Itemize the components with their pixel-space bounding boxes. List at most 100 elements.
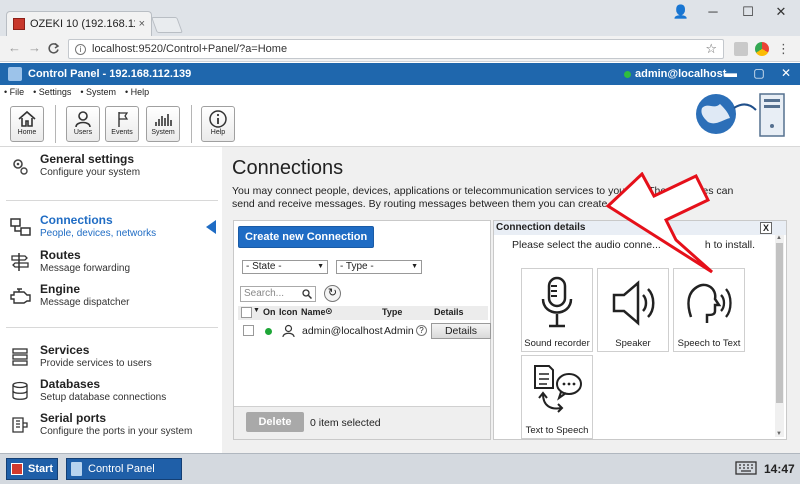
help-icon[interactable]: ?: [416, 325, 427, 336]
type-filter-select[interactable]: - Type - ▼: [336, 260, 422, 274]
tile-sound-recorder[interactable]: Sound recorder: [521, 268, 593, 352]
app-minimize-button[interactable]: ▬: [720, 66, 742, 80]
search-icon[interactable]: [302, 289, 312, 299]
details-header-title: Connection details: [496, 222, 586, 233]
row-checkbox[interactable]: [243, 325, 254, 336]
scroll-up-icon[interactable]: ▲: [776, 235, 782, 241]
menu-help[interactable]: • Help: [125, 87, 149, 97]
tile-label: Speaker: [615, 338, 651, 349]
keyboard-icon[interactable]: [735, 461, 757, 477]
toolbar-divider: [55, 105, 56, 143]
services-icon: [12, 348, 28, 366]
sidebar-item-title: General settings: [40, 152, 135, 166]
taskbar: Start Control Panel 14:47: [0, 453, 800, 484]
sidebar-item-services[interactable]: Services Provide services to users: [0, 343, 222, 377]
taskbar-control-panel[interactable]: Control Panel: [66, 458, 182, 480]
speaker-icon: [612, 280, 655, 326]
toolbar-events-button[interactable]: Events: [105, 106, 139, 142]
create-new-connection-button[interactable]: Create new Connection: [238, 226, 375, 248]
url-field[interactable]: i localhost:9520/Control+Panel/?a=Home ☆: [68, 39, 724, 59]
sidebar-item-routes[interactable]: Routes Message forwarding: [0, 248, 222, 282]
menu-settings[interactable]: • Settings: [33, 87, 71, 97]
details-header: Connection details X: [494, 221, 786, 235]
start-button[interactable]: Start: [6, 458, 58, 480]
sidebar-item-engine[interactable]: Engine Message dispatcher: [0, 282, 222, 316]
scroll-down-icon[interactable]: ▼: [776, 431, 782, 437]
scroll-thumb[interactable]: [776, 243, 783, 403]
tile-text-to-speech[interactable]: Text to Speech: [521, 355, 593, 439]
bar-graph-icon: [155, 114, 172, 126]
menu-system[interactable]: • System: [80, 87, 116, 97]
details-scrollbar[interactable]: ▲ ▼: [775, 235, 784, 437]
app-close-button[interactable]: ✕: [775, 66, 797, 80]
profile-icon[interactable]: 👤: [666, 4, 696, 20]
sidebar-item-subtitle: Setup database connections: [40, 392, 167, 403]
toolbar-users-button[interactable]: Users: [66, 106, 100, 142]
details-button[interactable]: Details: [431, 323, 491, 339]
url-text[interactable]: localhost:9520/Control+Panel/?a=Home: [92, 43, 705, 55]
tile-speech-to-text[interactable]: Speech to Text: [673, 268, 745, 352]
refresh-button[interactable]: ↻: [324, 285, 341, 302]
sidebar-item-subtitle: Provide services to users: [40, 358, 152, 369]
logged-in-user[interactable]: admin@localhost: [624, 68, 726, 80]
maximize-window-button[interactable]: ☐: [733, 4, 763, 20]
reload-icon[interactable]: [47, 42, 60, 55]
extension-chrome-icon[interactable]: [755, 42, 769, 56]
search-placeholder: Search...: [244, 288, 285, 299]
site-info-icon[interactable]: i: [75, 43, 86, 55]
app-title-bar: Control Panel - 192.168.112.139 admin@lo…: [0, 63, 800, 85]
toolbar-home-button[interactable]: Home: [10, 106, 44, 142]
toolbar-system-button[interactable]: System: [146, 106, 180, 142]
select-all-checkbox[interactable]: [241, 307, 252, 318]
sidebar-divider: [6, 327, 218, 328]
toolbar-home-label: Home: [17, 129, 37, 136]
sidebar-item-general-settings[interactable]: General settings Configure your system: [0, 152, 222, 186]
close-window-button[interactable]: ✕: [766, 4, 796, 20]
connection-name[interactable]: admin@localhost: [302, 325, 383, 337]
menu-file[interactable]: • File: [4, 87, 24, 97]
type-filter-value: - Type -: [340, 261, 374, 272]
ozeki-logo-icon: [8, 67, 22, 81]
tile-label: Text to Speech: [525, 425, 589, 436]
online-status-icon: [624, 70, 631, 78]
minimize-window-button[interactable]: ─: [698, 4, 728, 19]
sidebar-item-subtitle: Message dispatcher: [40, 297, 130, 308]
sidebar-divider: [6, 200, 218, 201]
sidebar: General settings Configure your system C…: [0, 147, 222, 453]
sidebar-item-serial-ports[interactable]: Serial ports Configure the ports in your…: [0, 411, 222, 445]
tile-speaker[interactable]: Speaker: [597, 268, 669, 352]
sidebar-item-title: Connections: [40, 213, 113, 227]
tab-close-icon[interactable]: ×: [139, 18, 145, 30]
flag-icon: [118, 112, 129, 127]
details-close-button[interactable]: X: [760, 222, 772, 234]
browser-tab[interactable]: OZEKI 10 (192.168.112.13 ×: [6, 11, 152, 36]
column-header-type: Type: [382, 307, 403, 317]
sidebar-item-title: Services: [40, 343, 90, 357]
delete-button[interactable]: Delete: [246, 412, 304, 432]
column-header-name[interactable]: Name: [301, 307, 326, 317]
app-maximize-button[interactable]: ▢: [748, 66, 770, 80]
chevron-down-icon[interactable]: ▼: [253, 307, 260, 314]
table-header: ▼ On Icon Name ⊙ Type Details: [238, 306, 488, 320]
main-content: Connections You may connect people, devi…: [222, 147, 800, 453]
toolbar-events-label: Events: [111, 129, 133, 136]
browser-menu-icon[interactable]: ⋮: [777, 41, 790, 56]
new-tab-button[interactable]: [151, 17, 183, 33]
toolbar-help-button[interactable]: Help: [201, 106, 235, 142]
forward-button[interactable]: →: [28, 40, 41, 55]
bookmark-star-icon[interactable]: ☆: [705, 41, 717, 57]
search-input[interactable]: Search...: [240, 286, 316, 302]
state-filter-select[interactable]: - State - ▼: [242, 260, 328, 274]
sidebar-item-title: Engine: [40, 282, 81, 296]
state-filter-value: - State -: [246, 261, 282, 272]
sidebar-item-connections[interactable]: Connections People, devices, networks: [0, 213, 222, 247]
sidebar-item-subtitle: Configure the ports in your system: [40, 426, 193, 437]
back-button[interactable]: ←: [8, 40, 21, 55]
extension-pdf-icon[interactable]: [734, 42, 748, 56]
sort-icon[interactable]: ⊙: [325, 306, 333, 317]
table-row[interactable]: admin@localhost Admin ? Details: [238, 322, 491, 340]
sidebar-item-databases[interactable]: Databases Setup database connections: [0, 377, 222, 411]
user-name: admin@localhost: [635, 68, 727, 80]
details-message: Please select the audio conne... h to ins…: [512, 239, 755, 251]
sidebar-item-subtitle: Configure your system: [40, 167, 141, 178]
